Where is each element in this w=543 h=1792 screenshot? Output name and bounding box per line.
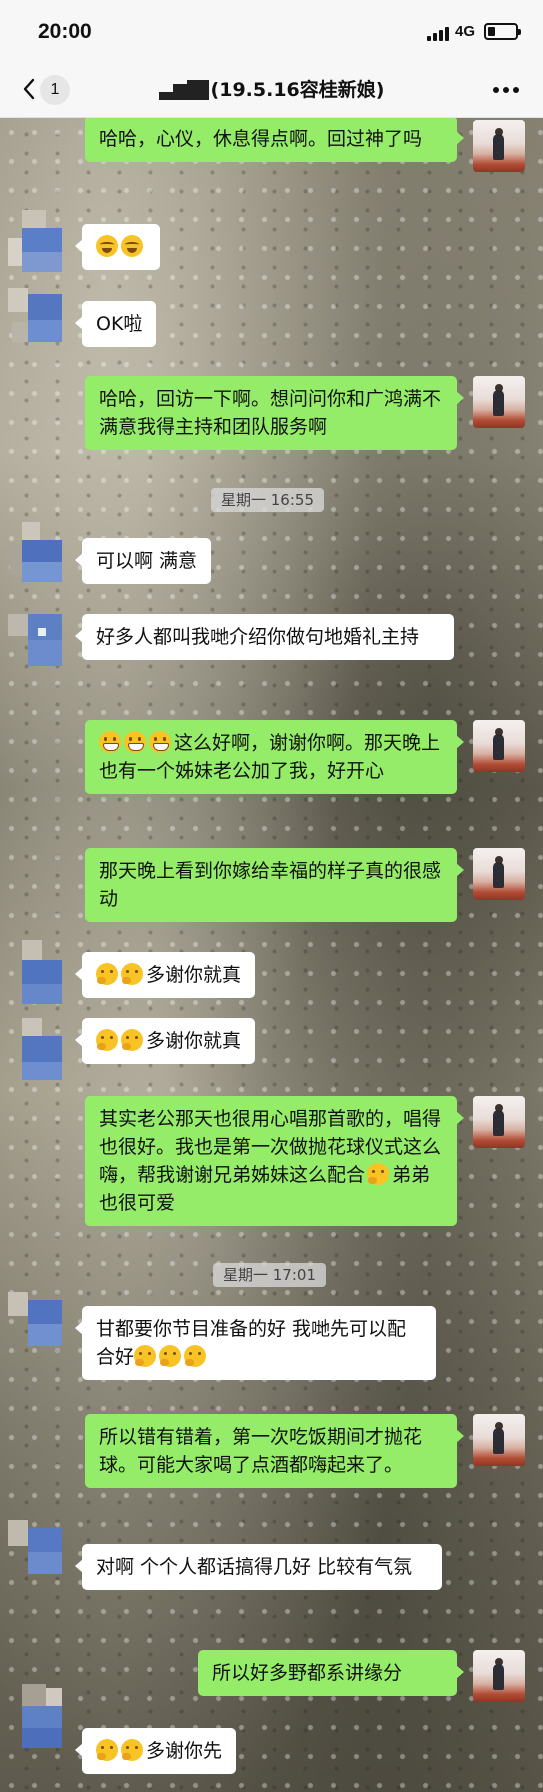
network-type: 4G	[455, 23, 476, 40]
message-text: 那天晚上看到你嫁给幸福的样子真的很感动	[99, 860, 442, 910]
message-text: 哈哈，回访一下啊。想问问你和广鸿满不满意我得主持和团队服务啊	[99, 388, 442, 438]
crying-laughing-emoji-icon	[121, 235, 143, 257]
message-bubble-received[interactable]: 好多人都叫我哋介绍你做句地婚礼主持	[75, 614, 454, 660]
message-bubble-received[interactable]: 对啊 个个人都话搞得几好 比较有气氛	[75, 1544, 442, 1590]
signal-icon	[427, 27, 449, 41]
thinking-emoji-icon	[121, 1739, 143, 1761]
contact-avatar[interactable]	[8, 210, 68, 274]
thinking-emoji-icon	[96, 1739, 118, 1761]
chevron-left-icon[interactable]	[18, 75, 42, 103]
contact-avatar[interactable]	[8, 1018, 68, 1082]
message-bubble-sent[interactable]: 哈哈，心仪，休息得点啊。回过神了吗	[85, 118, 464, 162]
my-avatar[interactable]	[473, 848, 525, 900]
message-timestamp: 星期一 16:55	[211, 488, 324, 512]
message-bubble-received[interactable]: 可以啊 满意	[74, 538, 212, 584]
my-avatar[interactable]	[473, 1650, 525, 1702]
message-bubble-received[interactable]: OK啦	[74, 301, 157, 347]
message-text: 所以错有错着，第一次吃饭期间才抛花球。可能大家喝了点酒都嗨起来了。	[99, 1426, 423, 1476]
message-text: 其实老公那天也很用心唱那首歌的，唱得也很好。我也是第一次做抛花球仪式这么嗨，帮我…	[99, 1108, 442, 1186]
my-avatar[interactable]	[473, 376, 525, 428]
chat-title-area: (19.5.16容桂新娘)	[0, 62, 543, 118]
thinking-emoji-icon	[96, 1029, 118, 1051]
contact-avatar[interactable]	[8, 288, 68, 352]
message-bubble-sent[interactable]: 所以错有错着，第一次吃饭期间才抛花球。可能大家喝了点酒都嗨起来了。	[85, 1414, 464, 1488]
thinking-emoji-icon	[121, 963, 143, 985]
message-text: 多谢你就真	[146, 964, 242, 986]
contact-avatar[interactable]	[8, 1292, 68, 1356]
message-text: 对啊 个个人都话搞得几好 比较有气氛	[96, 1556, 413, 1578]
battery-icon	[484, 23, 521, 40]
contact-avatar[interactable]	[8, 522, 68, 586]
message-bubble-received[interactable]: 甘都要你节目准备的好 我哋先可以配合好	[75, 1306, 436, 1380]
message-text: 可以啊 满意	[96, 550, 198, 572]
contact-avatar[interactable]	[8, 940, 68, 1004]
crying-laughing-emoji-icon	[96, 235, 118, 257]
message-bubble-received[interactable]: 多谢你先	[74, 1728, 237, 1774]
message-text: 所以好多野都系讲缘分	[212, 1662, 403, 1684]
message-bubble-sent[interactable]: 那天晚上看到你嫁给幸福的样子真的很感动	[85, 848, 464, 922]
my-avatar[interactable]	[473, 720, 525, 772]
message-bubble-sent[interactable]: 所以好多野都系讲缘分	[198, 1650, 464, 1696]
chat-header: (19.5.16容桂新娘) 1	[0, 62, 543, 118]
redacted-name-mosaic	[158, 80, 209, 100]
message-bubble-received[interactable]: 多谢你就真	[74, 952, 256, 998]
message-bubble-received[interactable]	[75, 224, 160, 270]
thinking-emoji-icon	[184, 1345, 207, 1367]
message-text: OK啦	[96, 313, 143, 335]
message-timestamp: 星期一 17:01	[213, 1263, 326, 1287]
my-avatar[interactable]	[473, 1096, 525, 1148]
chat-message-list[interactable]: 哈哈，心仪，休息得点啊。回过神了吗 OK啦 哈哈，回访一下啊。想问问你和广鸿满不…	[0, 118, 543, 1792]
status-bar: 20:00 4G	[0, 0, 543, 62]
more-dots-icon[interactable]	[493, 87, 519, 93]
message-text: 好多人都叫我哋介绍你做句地婚礼主持	[96, 626, 420, 648]
contact-avatar[interactable]	[8, 1684, 68, 1748]
message-text: 哈哈，心仪，休息得点啊。回过神了吗	[99, 128, 423, 150]
thinking-emoji-icon	[96, 963, 118, 985]
message-text: 多谢你先	[146, 1740, 223, 1762]
message-text: 多谢你就真	[146, 1030, 242, 1052]
thinking-emoji-icon	[121, 1029, 143, 1051]
message-bubble-sent[interactable]: 这么好啊，谢谢你啊。那天晚上也有一个姊妹老公加了我，好开心	[85, 720, 464, 794]
grinning-emoji-icon	[124, 731, 146, 753]
contact-avatar[interactable]	[8, 1520, 68, 1584]
message-bubble-sent[interactable]: 其实老公那天也很用心唱那首歌的，唱得也很好。我也是第一次做抛花球仪式这么嗨，帮我…	[85, 1096, 464, 1226]
thinking-emoji-icon	[134, 1345, 157, 1367]
thinking-emoji-icon	[159, 1345, 182, 1367]
chat-title: (19.5.16容桂新娘)	[210, 79, 385, 101]
message-bubble-sent[interactable]: 哈哈，回访一下啊。想问问你和广鸿满不满意我得主持和团队服务啊	[85, 376, 464, 450]
contact-avatar[interactable]	[8, 614, 68, 678]
thinking-emoji-icon	[367, 1163, 390, 1185]
status-time: 20:00	[38, 20, 92, 43]
grinning-emoji-icon	[99, 731, 121, 753]
message-bubble-received[interactable]: 多谢你就真	[74, 1018, 256, 1064]
my-avatar[interactable]	[473, 1414, 525, 1466]
grinning-emoji-icon	[149, 731, 171, 753]
my-avatar[interactable]	[473, 120, 525, 172]
unread-count-badge[interactable]: 1	[40, 75, 70, 105]
